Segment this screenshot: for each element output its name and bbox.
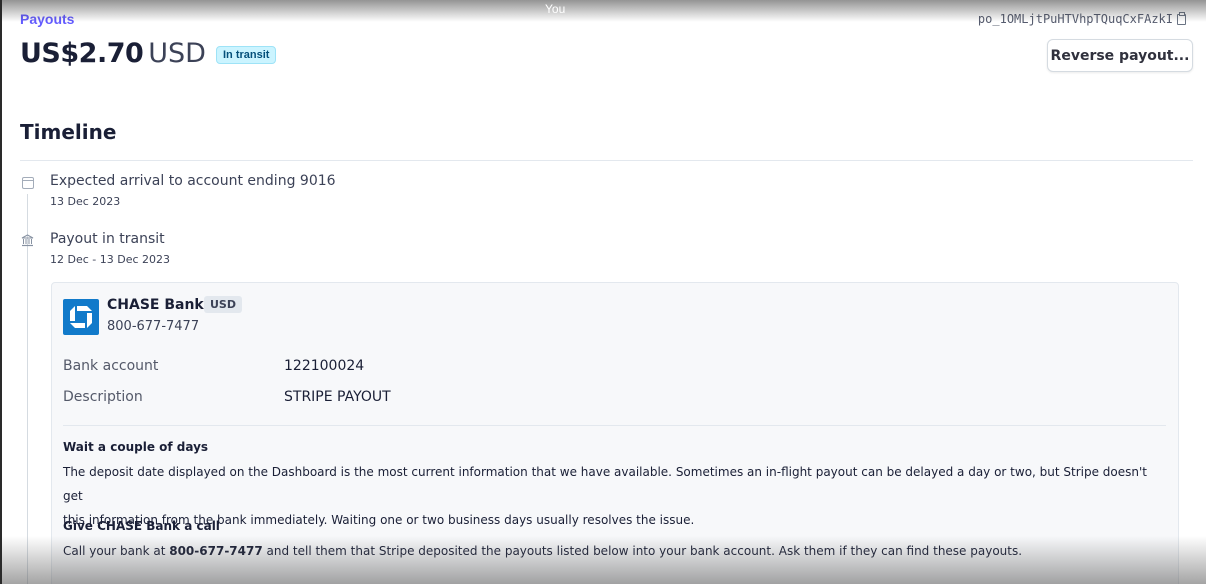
timeline-event-title: Payout in transit [50,231,165,247]
payout-id-text: po_1OMLjtPuHTVhpTQuqCxFAzkI [977,12,1173,26]
panel-divider [63,425,1166,426]
currency-badge: USD [204,296,242,313]
status-badge: In transit [215,46,277,64]
bank-account-value: 122100024 [284,358,365,374]
payout-id[interactable]: po_1OMLjtPuHTVhpTQuqCxFAzkI [977,11,1186,26]
bank-phone: 800-677-7477 [107,319,200,334]
calendar-icon [22,177,34,189]
reverse-payout-button[interactable]: Reverse payout... [1047,39,1193,72]
call-heading: Give CHASE Bank a call [63,519,220,533]
wait-text-line: The deposit date displayed on the Dashbo… [63,465,1148,503]
call-paragraph: Call your bank at 800-677-7477 and tell … [63,539,1163,563]
timeline-title: Timeline [20,120,117,144]
bank-account-label: Bank account [63,358,159,374]
copy-icon[interactable] [1177,11,1186,25]
section-divider [20,160,1193,161]
timeline-event-date: 12 Dec - 13 Dec 2023 [50,253,171,266]
description-value: STRIPE PAYOUT [284,389,391,405]
wait-text-line: this information from the bank immediate… [63,513,695,527]
chase-logo-icon [63,299,99,335]
bank-icon [21,234,34,247]
timeline-event-date: 13 Dec 2023 [50,195,121,208]
description-label: Description [63,389,143,405]
timeline-event-title: Expected arrival to account ending 9016 [50,173,336,189]
call-phone[interactable]: 800-677-7477 [169,544,262,558]
wait-paragraph: The deposit date displayed on the Dashbo… [63,460,1163,532]
call-text-prefix: Call your bank at [63,544,170,558]
window-edge [0,0,2,584]
participant-label: You [545,2,566,16]
breadcrumb-payouts[interactable]: Payouts [20,11,74,27]
amount-header: US$2.70 USD In transit [20,38,277,69]
call-text-suffix: and tell them that Stripe deposited the … [262,544,1023,558]
payout-amount: US$2.70 [20,38,144,69]
payout-currency: USD [148,38,206,69]
wait-heading: Wait a couple of days [63,440,209,454]
timeline-line [27,194,28,584]
bank-name: CHASE Bank [107,297,204,313]
